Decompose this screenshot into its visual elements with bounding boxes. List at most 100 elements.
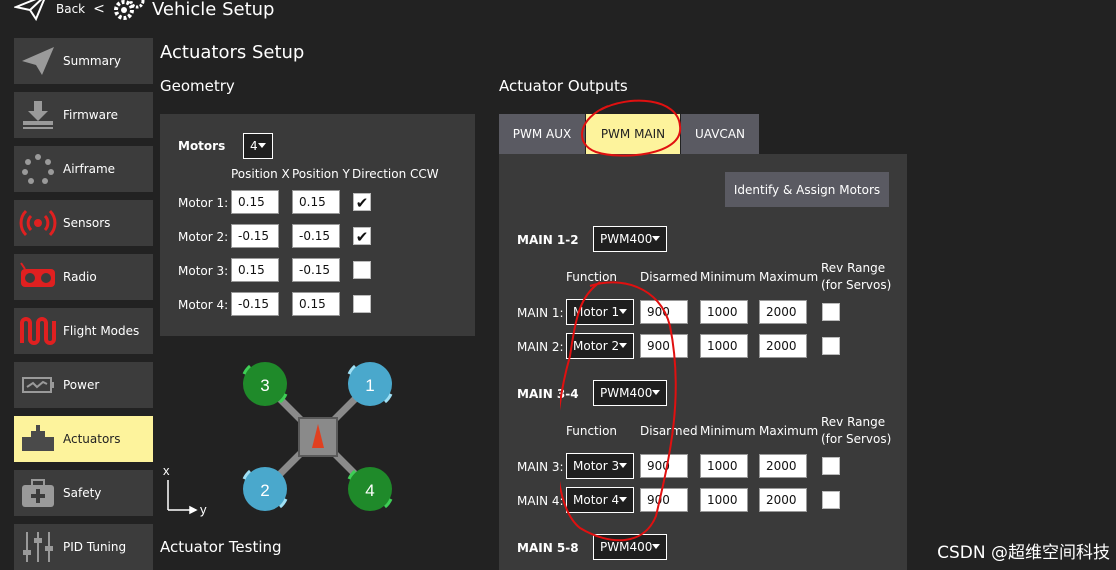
- motor-1-ccw-checkbox[interactable]: ✔: [353, 193, 371, 212]
- sliders-icon: [18, 529, 58, 565]
- tab-pwm-main[interactable]: PWM MAIN: [586, 114, 680, 154]
- sidebar-item-label: Summary: [63, 54, 121, 68]
- main-3-function-select[interactable]: Motor 3: [566, 453, 634, 479]
- motor-2-number: 2: [260, 481, 269, 500]
- main-2-maximum[interactable]: 2000: [759, 334, 807, 358]
- medkit-icon: [18, 475, 58, 511]
- motors-count-select[interactable]: 4: [243, 133, 273, 159]
- motor-row-label: Motor 2:: [178, 230, 229, 244]
- motor-4-ccw-checkbox[interactable]: [353, 295, 371, 313]
- main-1-function-select[interactable]: Motor 1: [566, 299, 634, 325]
- main-2-minimum[interactable]: 1000: [700, 334, 748, 358]
- geometry-heading: Geometry: [160, 77, 235, 95]
- motor-geometry-diagram: 3 1 2 4 x y: [163, 362, 393, 517]
- sidebar-item-airframe[interactable]: Airframe: [14, 146, 153, 192]
- main-2-function-select[interactable]: Motor 2: [566, 333, 634, 359]
- sidebar-item-flight-modes[interactable]: Flight Modes: [14, 308, 153, 354]
- main-3-minimum[interactable]: 1000: [700, 454, 748, 478]
- rate-value: PWM400: [600, 540, 653, 554]
- sidebar-item-actuators[interactable]: Actuators: [14, 416, 153, 462]
- actuator-testing-heading: Actuator Testing: [160, 538, 282, 556]
- breadcrumb-separator: <: [93, 1, 105, 17]
- main-2-rev-range-checkbox[interactable]: [822, 337, 840, 355]
- motor-3-position-y[interactable]: -0.15: [292, 258, 340, 282]
- motor-4-position-x[interactable]: -0.15: [231, 292, 279, 316]
- main-4-function-select[interactable]: Motor 4: [566, 487, 634, 513]
- chevron-down-icon: [619, 343, 627, 348]
- motor-2-rotor: 2: [242, 467, 288, 511]
- axis-y-label: y: [200, 502, 207, 517]
- sidebar-item-label: Actuators: [63, 432, 121, 446]
- rate-value: PWM400: [600, 386, 653, 400]
- paper-plane-icon: [18, 43, 58, 79]
- sidebar-item-label: Firmware: [63, 108, 118, 122]
- output-row-label: MAIN 1:: [517, 306, 564, 320]
- watermark: CSDN @超维空间科技: [937, 543, 1110, 563]
- sidebar-item-safety[interactable]: Safety: [14, 470, 153, 516]
- main-4-minimum[interactable]: 1000: [700, 488, 748, 512]
- function-value: Motor 3: [573, 459, 620, 473]
- sidebar-item-label: PID Tuning: [63, 540, 127, 554]
- main-3-rev-range-checkbox[interactable]: [822, 457, 840, 475]
- sidebar-item-power[interactable]: Power: [14, 362, 153, 408]
- motor-1-position-y[interactable]: 0.15: [292, 190, 340, 214]
- sidebar-item-sensors[interactable]: Sensors: [14, 200, 153, 246]
- function-value: Motor 1: [573, 305, 620, 319]
- battery-icon: [18, 367, 58, 403]
- main-1-rev-range-checkbox[interactable]: [822, 303, 840, 321]
- motor-row-label: Motor 1:: [178, 196, 229, 210]
- group-label-main-3-4: MAIN 3-4: [517, 387, 579, 401]
- output-row-label: MAIN 2:: [517, 340, 564, 354]
- sidebar-item-summary[interactable]: Summary: [14, 38, 153, 84]
- main-4-maximum[interactable]: 2000: [759, 488, 807, 512]
- tab-pwm-aux[interactable]: PWM AUX: [499, 114, 585, 154]
- main-3-disarmed[interactable]: 900: [640, 454, 688, 478]
- main-1-minimum[interactable]: 1000: [700, 300, 748, 324]
- motor-4-rotor: 4: [347, 467, 393, 511]
- back-label: Back: [56, 2, 86, 16]
- chevron-down-icon: [619, 463, 627, 468]
- tab-uavcan[interactable]: UAVCAN: [681, 114, 759, 154]
- main-4-rev-range-checkbox[interactable]: [822, 491, 840, 509]
- motor-2-position-x[interactable]: -0.15: [231, 224, 279, 248]
- motor-1-position-x[interactable]: 0.15: [231, 190, 279, 214]
- motor-3-number: 3: [260, 376, 269, 395]
- col-disarmed: Disarmed: [640, 270, 698, 284]
- motor-3-position-x[interactable]: 0.15: [231, 258, 279, 282]
- col-rev-range-sub: (for Servos): [821, 278, 892, 292]
- col-function: Function: [566, 270, 618, 284]
- main-2-disarmed[interactable]: 900: [640, 334, 688, 358]
- chevron-down-icon: [619, 309, 627, 314]
- axis-x-label: x: [163, 463, 170, 478]
- motors-label: Motors: [178, 139, 226, 153]
- motor-2-ccw-checkbox[interactable]: ✔: [353, 227, 371, 246]
- function-value: Motor 2: [573, 339, 620, 353]
- back-button[interactable]: Back <: [12, 0, 105, 24]
- motor-2-position-y[interactable]: -0.15: [292, 224, 340, 248]
- sidebar-item-radio[interactable]: Radio: [14, 254, 153, 300]
- motor-4-position-y[interactable]: 0.15: [292, 292, 340, 316]
- actuator-icon: [18, 421, 58, 457]
- main-1-disarmed[interactable]: 900: [640, 300, 688, 324]
- motor-row-label: Motor 3:: [178, 264, 229, 278]
- motor-1-number: 1: [365, 376, 374, 395]
- radio-waves-icon: [18, 205, 58, 241]
- main-5-8-rate-select[interactable]: PWM400: [593, 534, 667, 560]
- main-1-2-rate-select[interactable]: PWM400: [593, 226, 667, 252]
- sidebar-item-label: Airframe: [63, 162, 116, 176]
- col-rev-range: Rev Range: [821, 415, 886, 429]
- sidebar-item-pid-tuning[interactable]: PID Tuning: [14, 524, 153, 570]
- identify-assign-motors-button[interactable]: Identify & Assign Motors: [725, 172, 889, 207]
- main-4-disarmed[interactable]: 900: [640, 488, 688, 512]
- chevron-down-icon: [652, 390, 660, 395]
- main-3-4-rate-select[interactable]: PWM400: [593, 380, 667, 406]
- main-1-maximum[interactable]: 2000: [759, 300, 807, 324]
- col-rev-range: Rev Range: [821, 261, 886, 275]
- chevron-down-icon: [652, 544, 660, 549]
- motor-3-ccw-checkbox[interactable]: [353, 261, 371, 279]
- sidebar-item-firmware[interactable]: Firmware: [14, 92, 153, 138]
- col-rev-range-sub: (for Servos): [821, 432, 892, 446]
- main-3-maximum[interactable]: 2000: [759, 454, 807, 478]
- output-row-label: MAIN 3:: [517, 460, 564, 474]
- col-position-x: Position X: [231, 167, 290, 181]
